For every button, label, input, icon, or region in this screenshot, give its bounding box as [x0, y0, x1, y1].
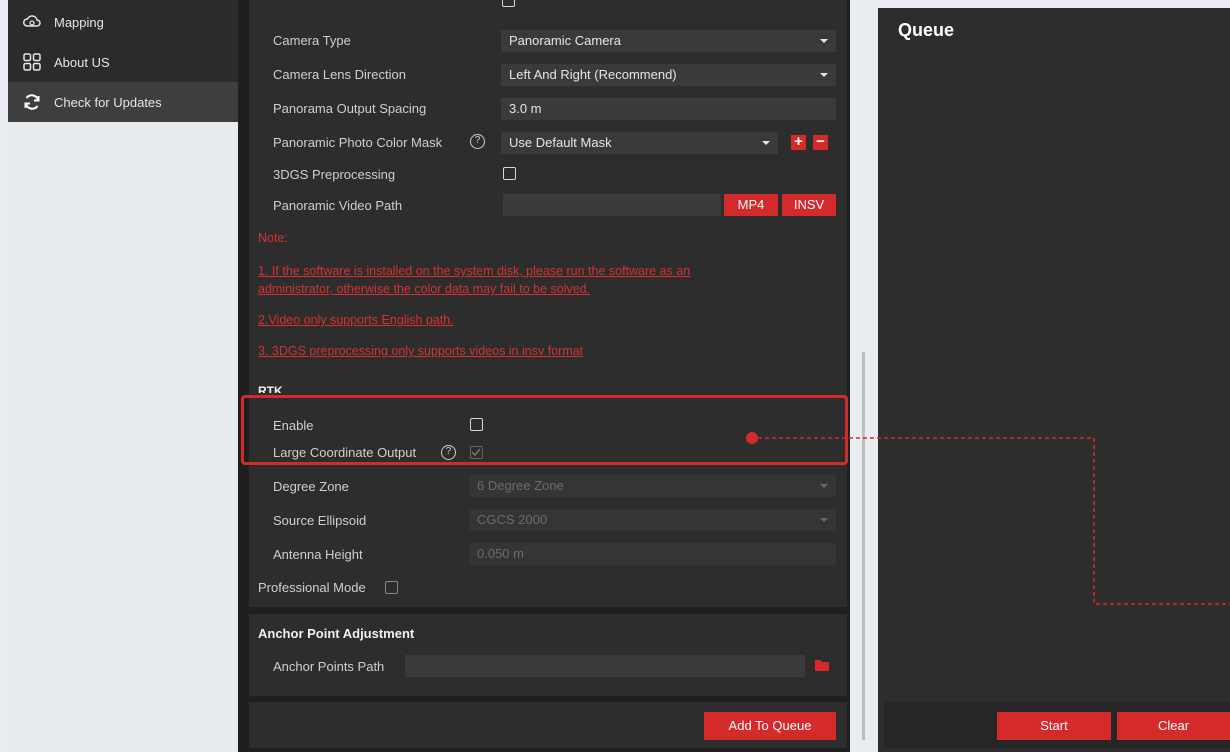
sidebar-item-label: About US [54, 54, 110, 70]
degree-zone-label: Degree Zone [273, 479, 349, 494]
note-line-1a: 1. If the software is installed on the s… [258, 264, 691, 278]
queue-panel [878, 8, 1230, 752]
chevron-down-icon [820, 73, 828, 77]
note-line-2: 2.Video only supports English path. [258, 313, 454, 327]
degree-zone-value: 6 Degree Zone [477, 478, 564, 493]
sidebar-item-label: Mapping [54, 14, 104, 30]
cloud-icon [22, 12, 42, 32]
sidebar-empty-area [8, 122, 238, 752]
insv-button[interactable]: INSV [782, 194, 836, 216]
chevron-down-icon [762, 141, 770, 145]
ellipsoid-label: Source Ellipsoid [273, 513, 367, 528]
queue-title: Queue [898, 20, 955, 40]
anchor-title: Anchor Point Adjustment [258, 626, 415, 641]
antenna-value: 0.050 m [477, 546, 524, 561]
sidebar-item-label: Check for Updates [54, 94, 162, 110]
camera-type-label: Camera Type [273, 33, 351, 48]
anchor-path-input[interactable] [405, 655, 805, 677]
note-title: Note: [258, 231, 288, 245]
note-line-1b: administrator, otherwise the color data … [258, 282, 591, 296]
lens-direction-value: Left And Right (Recommend) [509, 67, 677, 82]
output-spacing-value: 3.0 m [509, 101, 542, 116]
lens-direction-label: Camera Lens Direction [273, 67, 406, 82]
chevron-down-icon [820, 39, 828, 43]
ellipsoid-value: CGCS 2000 [477, 512, 548, 527]
color-mask-label: Panoramic Photo Color Mask [273, 135, 443, 150]
video-path-input[interactable] [503, 194, 721, 216]
preprocessing-label: 3DGS Preprocessing [273, 167, 396, 182]
sidebar-item-updates[interactable]: Check for Updates [8, 82, 238, 122]
camera-type-value: Panoramic Camera [509, 33, 621, 48]
add-to-queue-button[interactable]: Add To Queue [704, 712, 836, 740]
rtk-title: RTK [258, 384, 283, 393]
output-spacing-input[interactable]: 3.0 m [501, 98, 836, 120]
add-mask-button[interactable]: + [791, 134, 806, 150]
grid-icon [22, 52, 42, 72]
sidebar-item-mapping[interactable]: Mapping [8, 2, 238, 42]
anchor-path-label: Anchor Points Path [273, 659, 385, 674]
remove-mask-button[interactable]: − [813, 134, 828, 150]
color-mask-select[interactable]: Use Default Mask [501, 132, 778, 154]
camera-type-select[interactable]: Panoramic Camera [501, 30, 836, 52]
clear-button[interactable]: Clear [1117, 712, 1230, 740]
video-path-label: Panoramic Video Path [273, 198, 403, 213]
callout-line [758, 437, 1230, 605]
top-checkbox[interactable] [502, 0, 515, 7]
start-button[interactable]: Start [997, 712, 1111, 740]
professional-mode-label: Professional Mode [258, 580, 366, 595]
help-icon[interactable]: ? [470, 134, 485, 149]
refresh-icon [22, 92, 42, 112]
color-mask-value: Use Default Mask [509, 135, 612, 150]
sidebar-item-about[interactable]: About US [8, 42, 238, 82]
preprocessing-checkbox[interactable] [503, 167, 516, 180]
lens-direction-select[interactable]: Left And Right (Recommend) [501, 64, 836, 86]
folder-icon[interactable] [814, 658, 830, 675]
output-spacing-label: Panorama Output Spacing [273, 101, 427, 116]
note-line-3: 3. 3DGS preprocessing only supports vide… [258, 344, 584, 358]
mp4-button[interactable]: MP4 [724, 194, 778, 216]
antenna-label: Antenna Height [273, 547, 363, 562]
professional-mode-checkbox[interactable] [385, 581, 398, 594]
